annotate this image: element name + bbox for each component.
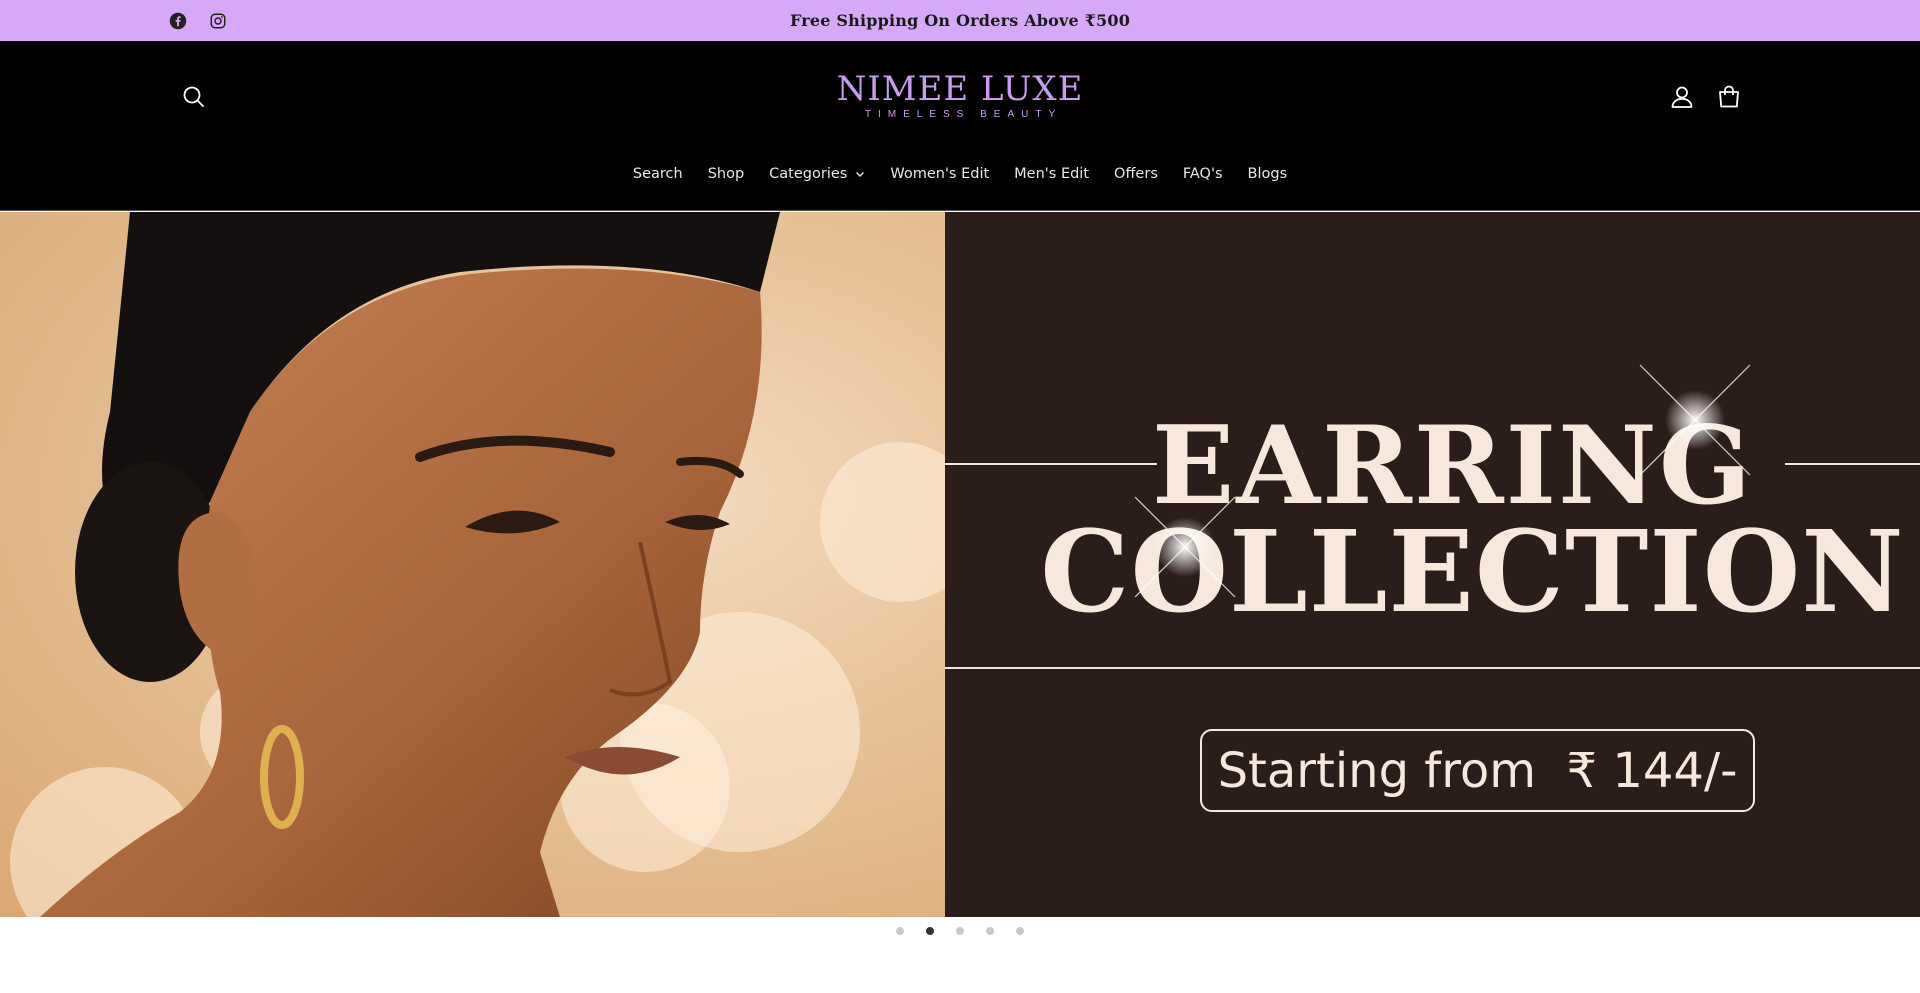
social-links	[168, 0, 228, 41]
hero-model-image	[0, 212, 945, 917]
nav-label: Categories	[769, 166, 848, 182]
nav-label: Blogs	[1247, 166, 1288, 182]
nav-item-search[interactable]: Search	[620, 166, 695, 182]
nav-item-shop[interactable]: Shop	[695, 166, 756, 182]
account-icon[interactable]	[1668, 83, 1696, 111]
price-text: Starting from ₹ 144/-	[1217, 742, 1738, 799]
logo-tagline: TIMELESS BEAUTY	[864, 109, 1063, 120]
hero-title-line2: COLLECTION	[1040, 507, 1905, 638]
nav-item-womens-edit[interactable]: Women's Edit	[878, 166, 1002, 182]
nav-item-mens-edit[interactable]: Men's Edit	[1002, 166, 1102, 182]
slideshow-pagination	[0, 927, 1920, 935]
instagram-icon[interactable]	[208, 11, 228, 31]
sparkle-icon	[1639, 364, 1751, 476]
site-header: NIMEE LUXE TIMELESS BEAUTY Search Shop C…	[0, 41, 1920, 211]
nav-item-categories[interactable]: Categories	[757, 166, 878, 182]
announcement-text: Free Shipping On Orders Above ₹500	[789, 11, 1131, 30]
slide-dot[interactable]	[986, 927, 994, 935]
chevron-down-icon	[855, 169, 865, 179]
price-badge: Starting from ₹ 144/-	[1200, 729, 1755, 812]
hero-slideshow[interactable]: EARRING COLLECTION Starting from ₹ 144/-	[0, 212, 1920, 917]
nav-item-faqs[interactable]: FAQ's	[1170, 166, 1235, 182]
nav-label: Offers	[1114, 166, 1158, 182]
facebook-icon[interactable]	[168, 11, 188, 31]
logo-main-text: NIMEE LUXE	[836, 69, 1084, 109]
cart-icon[interactable]	[1715, 83, 1743, 111]
hero-title-line1: EARRING	[1151, 403, 1754, 529]
nav-item-blogs[interactable]: Blogs	[1235, 166, 1300, 182]
nav-label: Search	[632, 166, 683, 182]
nav-label: Women's Edit	[890, 166, 990, 182]
nav-label: FAQ's	[1182, 166, 1223, 182]
slide-dot[interactable]	[956, 927, 964, 935]
announcement-bar: Free Shipping On Orders Above ₹500	[0, 0, 1920, 41]
nav-label: Men's Edit	[1014, 166, 1090, 182]
slide-dot-active[interactable]	[926, 927, 934, 935]
hero-promo-panel: EARRING COLLECTION Starting from ₹ 144/-	[945, 212, 1920, 917]
divider-line	[945, 667, 1920, 669]
sparkle-icon	[1134, 496, 1236, 598]
site-logo[interactable]: NIMEE LUXE TIMELESS BEAUTY	[0, 71, 1920, 120]
main-nav: Search Shop Categories Women's Edit Men'…	[0, 166, 1920, 182]
slide-dot[interactable]	[1016, 927, 1024, 935]
nav-label: Shop	[707, 166, 745, 182]
slide-dot[interactable]	[896, 927, 904, 935]
nav-item-offers[interactable]: Offers	[1102, 166, 1171, 182]
